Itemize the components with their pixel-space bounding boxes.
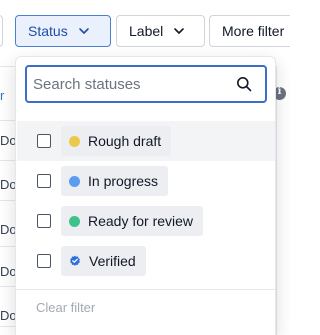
status-filter-button[interactable]: Status (15, 15, 111, 47)
checkbox[interactable] (37, 254, 51, 268)
checkbox[interactable] (37, 214, 51, 228)
table-cell-fragment: Do (0, 308, 16, 323)
label-filter-label: Label (129, 23, 164, 39)
circle-dot-icon (69, 215, 80, 227)
status-filter-label: Status (28, 23, 68, 39)
circle-dot-icon (69, 135, 80, 147)
more-filters-label: More filter (222, 23, 285, 39)
status-filter-dropdown: Rough draft In progress Ready for review (15, 56, 276, 335)
label-filter-button[interactable]: Label (116, 15, 205, 47)
circle-dot-icon (69, 175, 80, 187)
status-option-label: In progress (88, 173, 159, 189)
table-cell-fragment: Do (0, 264, 16, 279)
table-cell-fragment: Do (0, 177, 16, 192)
status-option-label: Rough draft (88, 133, 162, 149)
search-box (25, 65, 267, 103)
search-statuses-input[interactable] (33, 67, 229, 101)
status-option-verified[interactable]: Verified (17, 241, 275, 281)
chevron-down-icon (78, 28, 89, 34)
status-tag: Ready for review (61, 206, 204, 236)
status-option-ready-for-review[interactable]: Ready for review (17, 201, 275, 241)
status-tag: In progress (61, 166, 169, 196)
previous-filter-button[interactable] (0, 15, 3, 47)
status-option-label: Ready for review (88, 213, 194, 229)
filter-toolbar: Status Label More filter (0, 15, 290, 49)
status-option-label: Verified (89, 253, 136, 269)
table-header-fragment: r (0, 88, 5, 103)
app-window: Status Label More filter r Do Do Do Do D… (0, 0, 290, 335)
verified-badge-icon (70, 255, 80, 266)
checkbox[interactable] (37, 134, 51, 148)
table-right-column (276, 66, 290, 335)
status-tag: Rough draft (61, 126, 172, 156)
checkbox[interactable] (37, 174, 51, 188)
status-option-in-progress[interactable]: In progress (17, 161, 275, 201)
search-icon[interactable] (236, 76, 252, 92)
table-cell-fragment: Do (0, 133, 16, 148)
status-tag: Verified (61, 246, 146, 276)
chevron-down-icon (174, 28, 185, 34)
clear-filter-button[interactable]: Clear filter (36, 300, 95, 315)
dropdown-divider (16, 289, 275, 290)
more-filters-button[interactable]: More filter (209, 15, 290, 47)
status-option-rough-draft[interactable]: Rough draft (17, 121, 275, 161)
table-cell-fragment: Do (0, 222, 16, 237)
